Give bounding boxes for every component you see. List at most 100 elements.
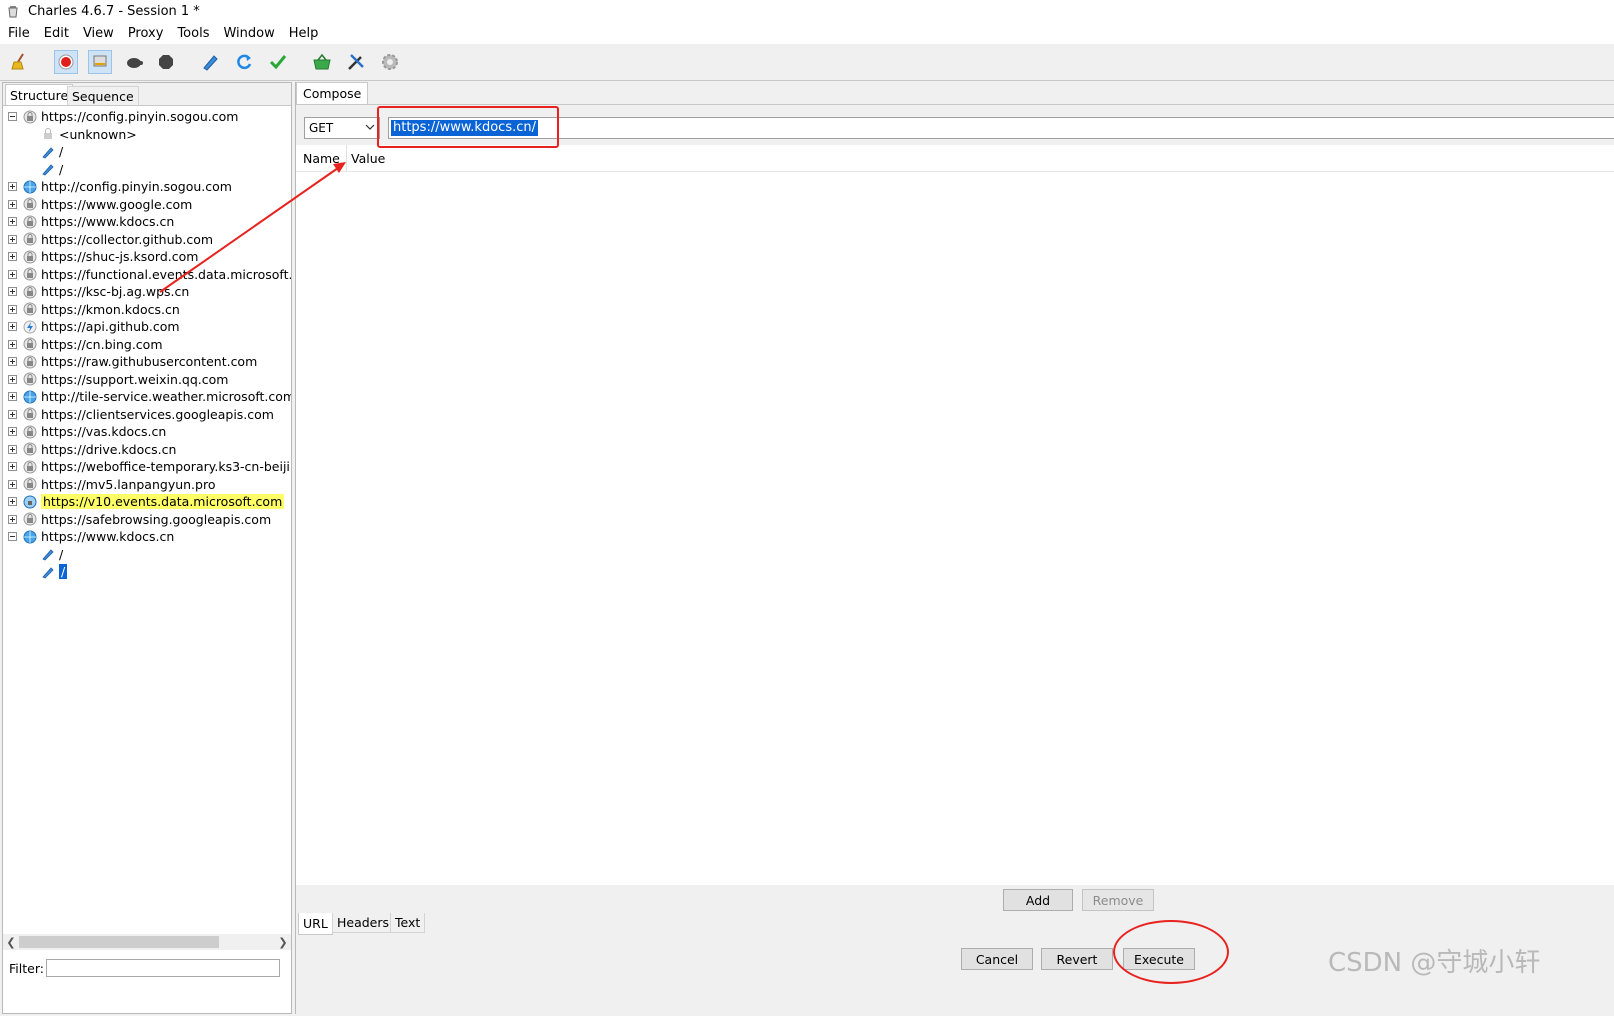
tree-host-node[interactable]: https://support.weixin.qq.com [8, 371, 228, 388]
settings-button[interactable] [378, 50, 402, 74]
expand-plus-icon[interactable] [8, 409, 17, 419]
tree-horizontal-scrollbar[interactable]: ❮ ❯ [3, 934, 291, 950]
expand-plus-icon[interactable] [8, 462, 17, 471]
tab-url[interactable]: URL [298, 913, 333, 935]
compose-button[interactable] [198, 50, 222, 74]
expand-plus-icon[interactable] [8, 252, 17, 261]
expand-plus-icon[interactable] [8, 427, 17, 436]
scrollbar-thumb[interactable] [19, 936, 219, 948]
expand-plus-icon[interactable] [8, 374, 17, 384]
tree-host-node[interactable]: https://drive.kdocs.cn [8, 441, 176, 458]
column-divider[interactable] [346, 145, 347, 171]
collapse-minus-icon[interactable] [8, 532, 17, 541]
tree-host-node[interactable]: https://raw.githubusercontent.com [8, 353, 257, 370]
scroll-left-icon[interactable]: ❮ [3, 934, 19, 950]
expand-plus-icon[interactable] [8, 234, 17, 244]
expand-plus-icon[interactable] [8, 269, 17, 279]
clear-session-button[interactable] [8, 50, 32, 74]
validate-button[interactable] [266, 50, 290, 74]
throttle-button[interactable] [88, 50, 112, 74]
tab-sequence[interactable]: Sequence [67, 86, 139, 105]
tree-host-node[interactable]: http://config.pinyin.sogou.com [8, 178, 232, 195]
tab-compose[interactable]: Compose [296, 82, 369, 104]
method-select[interactable]: GET [304, 117, 380, 139]
tab-headers[interactable]: Headers [332, 913, 395, 933]
expand-plus-icon[interactable] [8, 322, 17, 331]
menu-help[interactable]: Help [281, 26, 325, 41]
expand-plus-icon[interactable] [8, 497, 17, 506]
expand-plus-icon[interactable] [8, 199, 17, 209]
request-pen-icon [42, 146, 54, 158]
tree-host-node[interactable]: https://functional.events.data.microsoft… [8, 266, 291, 283]
menu-file[interactable]: File [0, 26, 36, 41]
menu-tools[interactable]: Tools [169, 26, 215, 41]
tree-node-label: / [59, 564, 68, 579]
expand-plus-icon[interactable] [8, 339, 17, 349]
tree-host-node[interactable]: https://www.kdocs.cn [8, 213, 174, 230]
menu-window[interactable]: Window [215, 26, 280, 41]
url-input[interactable]: https://www.kdocs.cn/ [388, 117, 1614, 139]
turtle-button[interactable] [122, 50, 146, 74]
basket-button[interactable] [310, 50, 334, 74]
filter-input[interactable] [46, 959, 280, 977]
column-name[interactable]: Name [303, 151, 340, 166]
expand-plus-icon[interactable] [8, 357, 17, 366]
scroll-right-icon[interactable]: ❯ [275, 934, 291, 950]
globe-icon [23, 180, 37, 193]
menu-bar: File Edit View Proxy Tools Window Help [0, 22, 1614, 44]
tree-host-node[interactable]: https://shuc-js.ksord.com [8, 248, 198, 265]
tree-node-label: https://cn.bing.com [41, 336, 163, 352]
tools-button[interactable] [344, 50, 368, 74]
tree-host-node[interactable]: https://safebrowsing.googleapis.com [8, 511, 271, 528]
tree-host-node[interactable]: https://clientservices.googleapis.com [8, 406, 274, 423]
collapse-minus-icon[interactable] [8, 112, 17, 121]
tree-host-node[interactable]: https://weboffice-temporary.ks3-cn-beiji… [8, 458, 291, 475]
tree-host-node[interactable]: https://vas.kdocs.cn [8, 423, 166, 440]
tree-child-node[interactable]: / [41, 161, 63, 178]
tree-host-node[interactable]: https://api.github.com [8, 318, 180, 335]
lock-icon [23, 442, 37, 456]
repeat-button[interactable] [232, 50, 256, 74]
tree-node-label: https://weboffice-temporary.ks3-cn-beiji… [41, 459, 291, 474]
tree-host-node[interactable]: https://collector.github.com [8, 231, 213, 248]
tree-host-node[interactable]: https://v10.events.data.microsoft.com [8, 493, 285, 510]
column-value[interactable]: Value [351, 151, 385, 166]
tree-host-node[interactable]: https://ksc-bj.ag.wps.cn [8, 283, 189, 300]
expand-plus-icon[interactable] [8, 287, 17, 296]
expand-plus-icon[interactable] [8, 444, 17, 454]
record-icon [58, 54, 74, 70]
tree-node-label: https://kmon.kdocs.cn [41, 301, 180, 317]
expand-plus-icon[interactable] [8, 514, 17, 524]
expand-plus-icon[interactable] [8, 217, 17, 226]
tree-child-node[interactable]: / [41, 143, 63, 160]
stop-button[interactable] [154, 50, 178, 74]
tree-child-node[interactable]: <unknown> [41, 126, 137, 143]
tree-child-node[interactable]: / [41, 563, 68, 580]
cancel-button[interactable]: Cancel [961, 948, 1033, 970]
add-button[interactable]: Add [1003, 889, 1073, 911]
tab-text[interactable]: Text [390, 913, 426, 933]
record-button[interactable] [54, 50, 78, 74]
expand-plus-icon[interactable] [8, 479, 17, 489]
tree-host-node[interactable]: https://www.kdocs.cn [8, 528, 174, 545]
tree-node-label: http://tile-service.weather.microsoft.co… [41, 389, 291, 404]
menu-edit[interactable]: Edit [36, 26, 75, 41]
tree-host-node[interactable]: https://www.google.com [8, 196, 192, 213]
revert-button[interactable]: Revert [1041, 948, 1113, 970]
tree-child-node[interactable]: / [41, 546, 63, 563]
tree-host-node[interactable]: http://tile-service.weather.microsoft.co… [8, 388, 291, 405]
expand-plus-icon[interactable] [8, 392, 17, 401]
remove-button[interactable]: Remove [1082, 889, 1154, 911]
expand-plus-icon[interactable] [8, 182, 17, 191]
tree-host-node[interactable]: https://config.pinyin.sogou.com [8, 108, 238, 125]
expand-plus-icon[interactable] [8, 304, 17, 314]
lock-icon [23, 110, 37, 123]
menu-view[interactable]: View [75, 26, 120, 41]
tree-host-node[interactable]: https://cn.bing.com [8, 336, 163, 353]
request-pen-icon [42, 164, 54, 176]
menu-proxy[interactable]: Proxy [120, 26, 170, 41]
tree-host-node[interactable]: https://kmon.kdocs.cn [8, 301, 180, 318]
tree-host-node[interactable]: https://mv5.lanpangyun.pro [8, 476, 215, 493]
tab-structure[interactable]: Structure [5, 84, 74, 105]
params-header: Name Value [296, 145, 1614, 172]
